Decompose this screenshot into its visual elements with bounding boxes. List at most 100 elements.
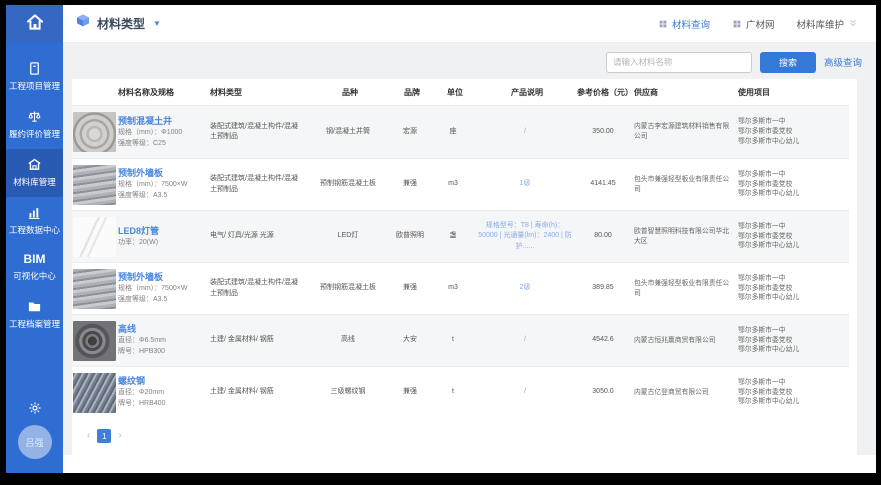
sidebar-item-label: 工程档案管理: [9, 318, 60, 330]
sidebar-item-label: 材料库管理: [13, 176, 56, 188]
table-row-0[interactable]: 预制混凝土井规格（mm）：Φ1000 强度等级：C25 装配式建筑/混凝土构件/混…: [72, 106, 849, 158]
unit-cell: t: [432, 387, 478, 397]
variety-cell: LED灯: [308, 231, 392, 241]
gear-icon[interactable]: [28, 401, 42, 415]
top-nav: 材料查询 广材网 材料库维护: [658, 17, 860, 31]
cube-icon: [75, 13, 91, 34]
variety-cell: 钢/混凝土井筒: [308, 127, 392, 137]
projects-cell: 鄂尔多斯市一中 鄂尔多斯市委党校 鄂尔多斯市中心幼儿: [738, 222, 849, 252]
next-page-button[interactable]: ›: [118, 431, 121, 441]
product-desc-cell: 规格型号：T8 | 寿命(h)：50000 | 光通量(lm)：2400 | 防…: [478, 221, 576, 251]
column-header-6: 参考价格（元）: [576, 87, 634, 98]
home-icon: [25, 12, 45, 37]
page-number[interactable]: 1: [97, 429, 111, 443]
column-header-1: 材料类型: [210, 87, 308, 98]
material-name-link[interactable]: 螺纹钢: [118, 375, 145, 388]
topnav-item-0[interactable]: 材料查询: [658, 17, 710, 31]
material-name-link[interactable]: 预制混凝土井: [118, 115, 172, 128]
table-row-5[interactable]: 螺纹钢直径：Φ20mm 牌号：HRB400土建/ 金属材料/ 钢筋三级螺纹钢兼强…: [72, 366, 849, 418]
sidebar-item-label: 可视化中心: [13, 270, 56, 282]
sidebar-item-0[interactable]: 工程项目管理: [6, 53, 63, 101]
material-name-link[interactable]: 高线: [118, 323, 136, 336]
table-row-4[interactable]: 高线直径：Φ6.5mm 牌号：HPB300土建/ 金属材料/ 钢筋高线大安t/4…: [72, 314, 849, 366]
sidebar-item-1[interactable]: 履约评价管理: [6, 101, 63, 149]
unit-cell: t: [432, 335, 478, 345]
supplier-cell: 欧普智慧照明科技有限公司华北大区: [634, 227, 738, 247]
column-header-2: 品种: [308, 87, 392, 98]
search-input[interactable]: [606, 52, 752, 73]
column-header-8: 使用项目: [738, 87, 849, 98]
projects-cell: 鄂尔多斯市一中 鄂尔多斯市委党校 鄂尔多斯市中心幼儿: [738, 170, 849, 200]
product-desc-cell: /: [478, 127, 576, 137]
folder-icon: [27, 299, 42, 314]
sidebar-item-5[interactable]: 工程档案管理: [6, 291, 63, 339]
material-name-link[interactable]: LED8灯管: [118, 225, 159, 238]
materials-table: 材料名称及规格材料类型品种品牌单位产品说明参考价格（元）供应商使用项目 预制混凝…: [72, 79, 857, 455]
material-type-dropdown[interactable]: 材料类型 ▼: [75, 13, 161, 34]
sidebar-item-4[interactable]: BIM 可视化中心: [6, 245, 63, 291]
topnav-item-2[interactable]: 材料库维护: [796, 17, 860, 31]
column-header-4: 单位: [432, 87, 478, 98]
prev-page-button[interactable]: ‹: [87, 431, 90, 441]
column-header-0: 材料名称及规格: [118, 87, 210, 98]
supplier-cell: 内蒙古恒兆赢商贸有限公司: [634, 336, 738, 346]
price-cell: 80.00: [576, 231, 634, 241]
variety-cell: 预制钢筋混凝土板: [308, 179, 392, 189]
warehouse-icon: [27, 157, 42, 172]
supplier-cell: 包头市兼强轻型板业有限责任公司: [634, 279, 738, 299]
table-body: 预制混凝土井规格（mm）：Φ1000 强度等级：C25 装配式建筑/混凝土构件/混…: [72, 106, 849, 418]
projects-cell: 鄂尔多斯市一中 鄂尔多斯市委党校 鄂尔多斯市中心幼儿: [738, 378, 849, 408]
topnav-item-1[interactable]: 广材网: [732, 17, 775, 31]
table-header-row: 材料名称及规格材料类型品种品牌单位产品说明参考价格（元）供应商使用项目: [72, 79, 849, 106]
topnav-label: 材料库维护: [796, 17, 844, 31]
material-type-cell: 土建/ 金属材料/ 钢筋: [210, 387, 308, 397]
chevron-down-icon: ▼: [153, 19, 161, 28]
sidebar-item-3[interactable]: 工程数据中心: [6, 197, 63, 245]
home-button[interactable]: [6, 5, 63, 43]
grid-icon: [658, 19, 668, 29]
avatar[interactable]: 吕强: [18, 425, 52, 459]
sidebar-item-label: 履约评价管理: [9, 128, 60, 140]
table-row-1[interactable]: 预制外墙板规格（mm）：7500×W 强度等级：A3.5装配式建筑/混凝土构件/…: [72, 158, 849, 210]
brand-cell: 兼强: [392, 283, 432, 293]
price-cell: 4141.45: [576, 179, 634, 189]
sidebar-item-2[interactable]: 材料库管理: [6, 149, 63, 197]
material-name-link[interactable]: 预制外墙板: [118, 271, 163, 284]
variety-cell: 预制钢筋混凝土板: [308, 283, 392, 293]
brand-cell: 大安: [392, 335, 432, 345]
led-tubes-photo: [73, 217, 116, 257]
document-icon: [27, 61, 42, 76]
chevron-double-down-icon: [848, 18, 860, 30]
unit-cell: m3: [432, 283, 478, 293]
scales-icon: [27, 109, 42, 124]
sidebar-menu: 工程项目管理履约评价管理材料库管理工程数据中心 BIM 可视化中心工程档案管理: [6, 53, 63, 339]
content-panel: 搜索 高级查询 材料名称及规格材料类型品种品牌单位产品说明参考价格（元）供应商使…: [63, 43, 876, 455]
variety-cell: 高线: [308, 335, 392, 345]
material-spec: 规格（mm）：Φ1000 强度等级：C25: [118, 128, 204, 150]
supplier-cell: 内蒙古亿登商贸有限公司: [634, 388, 738, 398]
search-button[interactable]: 搜索: [760, 52, 816, 73]
bim-text: BIM: [24, 253, 46, 266]
table-row-3[interactable]: 预制外墙板规格（mm）：7500×W 强度等级：A3.5装配式建筑/混凝土构件/…: [72, 262, 849, 314]
product-desc-cell: 1级: [478, 179, 576, 189]
unit-cell: m3: [432, 179, 478, 189]
unit-cell: 座: [432, 127, 478, 137]
panel-stack-photo: [73, 269, 116, 309]
panel-stack-photo: [73, 165, 116, 205]
sidebar: 工程项目管理履约评价管理材料库管理工程数据中心 BIM 可视化中心工程档案管理 吕强: [6, 5, 63, 473]
supplier-cell: 包头市兼强轻型板业有限责任公司: [634, 175, 738, 195]
material-type-cell: 装配式建筑/混凝土构件/混凝土预制品: [210, 122, 308, 142]
concrete-rings-photo: [73, 112, 116, 152]
material-type-cell: 电气/ 灯具/光源 光源: [210, 231, 308, 241]
grid-icon: [732, 19, 742, 29]
variety-cell: 三级螺纹钢: [308, 387, 392, 397]
brand-cell: 兼强: [392, 179, 432, 189]
advanced-query-link[interactable]: 高级查询: [824, 55, 862, 69]
app-window: 工程项目管理履约评价管理材料库管理工程数据中心 BIM 可视化中心工程档案管理 吕强…: [6, 5, 876, 473]
material-spec: 功率：20(W): [118, 238, 204, 249]
material-type-cell: 装配式建筑/混凝土构件/混凝土预制品: [210, 278, 308, 298]
column-header-7: 供应商: [634, 87, 738, 98]
table-row-2[interactable]: LED8灯管功率：20(W)电气/ 灯具/光源 光源LED灯欧普照明盏规格型号：…: [72, 210, 849, 262]
product-desc-cell: 2级: [478, 283, 576, 293]
material-name-link[interactable]: 预制外墙板: [118, 167, 163, 180]
